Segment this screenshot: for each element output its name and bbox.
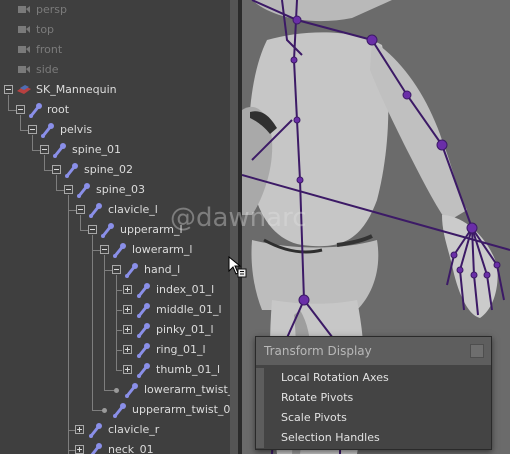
outliner-item-pinky-01-l[interactable]: pinky_01_l (0, 320, 238, 340)
menu-item-rotate-pivots[interactable]: Rotate Pivots (256, 388, 491, 408)
collapse-toggle[interactable] (4, 85, 13, 94)
joint-icon (137, 283, 150, 298)
joint-icon (137, 343, 150, 358)
outliner-item-label: neck_01 (108, 443, 154, 454)
outliner-item-spine-02[interactable]: spine_02 (0, 160, 238, 180)
outliner-item-label: front (36, 43, 63, 56)
outliner-item-front[interactable]: front (0, 40, 238, 60)
collapse-toggle[interactable] (88, 225, 97, 234)
outliner-item-label: ring_01_l (156, 343, 206, 356)
collapse-toggle[interactable] (100, 245, 109, 254)
camera-icon (18, 26, 30, 33)
joint-icon (90, 443, 102, 454)
outliner-item-persp[interactable]: persp (0, 0, 238, 20)
outliner-item-neck-01[interactable]: neck_01 (0, 440, 238, 454)
menu-header[interactable]: Transform Display (256, 337, 491, 365)
outliner-item-thumb-01-l[interactable]: thumb_01_l (0, 360, 238, 380)
joint-icon (125, 383, 138, 398)
outliner-item-label: spine_01 (72, 143, 122, 156)
outliner-item-label: SK_Mannequin (36, 83, 117, 96)
joint-icon (113, 243, 126, 258)
expand-toggle[interactable] (123, 325, 132, 334)
leaf-dot (102, 408, 107, 413)
expand-toggle[interactable] (123, 305, 132, 314)
menu-item-selection-handles[interactable]: Selection Handles (256, 428, 491, 448)
outliner-item-label: spine_03 (96, 183, 146, 196)
joint-icon (137, 323, 150, 338)
menu-title: Transform Display (264, 344, 372, 358)
joint-icon (41, 123, 54, 138)
menu-item-local-rotation-axes[interactable]: Local Rotation Axes (256, 368, 491, 388)
collapse-toggle[interactable] (28, 125, 37, 134)
mouse-cursor-icon (228, 256, 247, 278)
expand-toggle[interactable] (75, 425, 84, 434)
outliner-item-label: pinky_01_l (156, 323, 214, 336)
outliner-item-label: thumb_01_l (156, 363, 221, 376)
outliner-item-label: clavicle_l (108, 203, 158, 216)
expand-toggle[interactable] (123, 365, 132, 374)
joint-icon (113, 403, 126, 418)
outliner-item-label: root (47, 103, 70, 116)
joint-icon (29, 103, 42, 118)
collapse-toggle[interactable] (76, 205, 85, 214)
outliner-item-lowerarm-twist[interactable]: lowerarm_twist_ (0, 380, 238, 400)
outliner-item-label: clavicle_r (108, 423, 160, 436)
outliner-item-label: hand_l (144, 263, 181, 276)
outliner-item-spine-01[interactable]: spine_01 (0, 140, 238, 160)
outliner-item-label: persp (36, 3, 67, 16)
outliner-item-pelvis[interactable]: pelvis (0, 120, 238, 140)
expand-toggle[interactable] (75, 445, 84, 454)
camera-icon (18, 46, 30, 53)
close-icon[interactable] (470, 344, 484, 358)
collapse-toggle[interactable] (52, 165, 61, 174)
outliner-item-label: lowerarm_twist_ (144, 383, 234, 396)
outliner-item-sk-mannequin[interactable]: SK_Mannequin (0, 80, 238, 100)
outliner-item-label: spine_02 (84, 163, 134, 176)
outliner-item-label: pelvis (60, 123, 93, 136)
collapse-toggle[interactable] (16, 105, 25, 114)
camera-icon (18, 66, 30, 73)
outliner-item-upperarm-twist-01[interactable]: upperarm_twist_01 (0, 400, 238, 420)
watermark-text: @dawnarc (170, 203, 307, 233)
outliner-item-label: middle_01_l (156, 303, 222, 316)
joint-icon (137, 363, 150, 378)
outliner-item-label: upperarm_twist_01 (132, 403, 238, 416)
outliner-item-label: lowerarm_l (132, 243, 193, 256)
outliner-item-index-01-l[interactable]: index_01_l (0, 280, 238, 300)
leaf-dot (114, 388, 119, 393)
collapse-toggle[interactable] (40, 145, 49, 154)
joint-icon (53, 143, 66, 158)
camera-icon (18, 6, 30, 13)
expand-toggle[interactable] (123, 345, 132, 354)
outliner-item-middle-01-l[interactable]: middle_01_l (0, 300, 238, 320)
outliner-item-label: side (36, 63, 59, 76)
skinned-mesh-icon (17, 85, 31, 94)
outliner-item-hand-l[interactable]: hand_l (0, 260, 238, 280)
joint-icon (125, 263, 138, 278)
joint-icon (89, 423, 102, 438)
outliner-item-label: index_01_l (156, 283, 215, 296)
outliner-item-label: top (36, 23, 55, 36)
outliner-item-ring-01-l[interactable]: ring_01_l (0, 340, 238, 360)
joint-icon (89, 203, 102, 218)
outliner-item-root[interactable]: root (0, 100, 238, 120)
outliner-item-clavicle-r[interactable]: clavicle_r (0, 420, 238, 440)
expand-toggle[interactable] (123, 285, 132, 294)
menu-item-scale-pivots[interactable]: Scale Pivots (256, 408, 491, 428)
outliner-item-side[interactable]: side (0, 60, 238, 80)
outliner-item-top[interactable]: top (0, 20, 238, 40)
transform-display-menu: Transform Display Local Rotation Axes Ro… (255, 336, 492, 450)
joint-icon (101, 223, 114, 238)
outliner-item-lowerarm-l[interactable]: lowerarm_l (0, 240, 238, 260)
collapse-toggle[interactable] (112, 265, 121, 274)
joint-icon (137, 303, 150, 318)
joint-icon (65, 163, 78, 178)
collapse-toggle[interactable] (64, 185, 73, 194)
outliner-item-spine-03[interactable]: spine_03 (0, 180, 238, 200)
joint-icon (77, 183, 90, 198)
